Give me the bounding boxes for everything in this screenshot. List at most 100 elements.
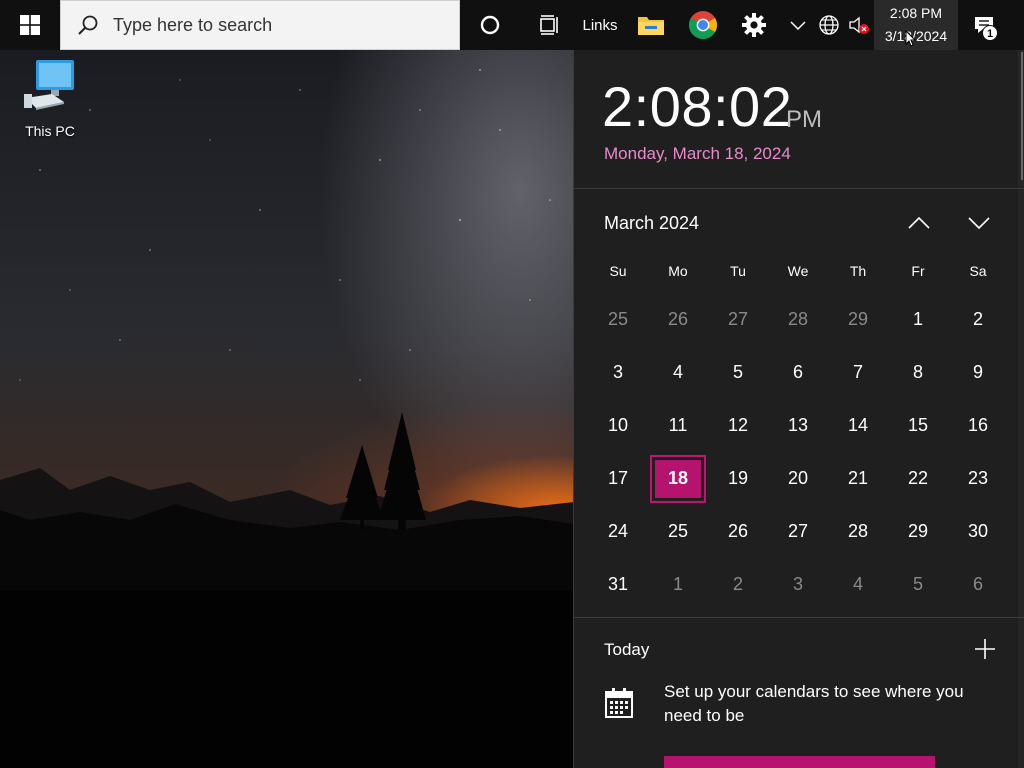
mountain-silhouette: [0, 69, 574, 768]
calendar-day[interactable]: 1: [648, 558, 708, 611]
agenda-today-label: Today: [604, 640, 650, 659]
file-explorer-icon: [638, 17, 664, 35]
calendar-day[interactable]: 16: [948, 399, 1008, 452]
calendar-day[interactable]: 28: [828, 505, 888, 558]
network-button[interactable]: [816, 0, 842, 50]
chrome-icon: [689, 11, 717, 39]
calendar-day[interactable]: 7: [828, 346, 888, 399]
gear-icon: [742, 13, 766, 37]
calendar-day[interactable]: 21: [828, 452, 888, 505]
clock-calendar-flyout: 2:08:02 PM Monday, March 18, 2024 March …: [573, 50, 1024, 768]
action-center-button[interactable]: 1: [962, 0, 1006, 50]
calendar-day[interactable]: 19: [708, 452, 768, 505]
volume-button[interactable]: [844, 0, 872, 50]
calendar-day[interactable]: 8: [888, 346, 948, 399]
calendar-day[interactable]: 2: [948, 293, 1008, 346]
calendar-day[interactable]: 12: [708, 399, 768, 452]
search-input[interactable]: [113, 14, 433, 36]
calendar-day[interactable]: 4: [648, 346, 708, 399]
taskbar: Links: [0, 0, 1024, 50]
flyout-scrollbar[interactable]: [1018, 50, 1024, 768]
chevron-up-icon: [908, 217, 930, 229]
calendar-icon: [605, 688, 633, 718]
speaker-muted-icon: [849, 16, 869, 34]
task-view-button[interactable]: [530, 0, 570, 50]
search-box[interactable]: [60, 0, 460, 50]
chevron-up-icon: [790, 21, 806, 31]
divider: [574, 188, 1024, 189]
calendar-day[interactable]: 30: [948, 505, 1008, 558]
add-event-button[interactable]: [972, 636, 998, 662]
calendar-day[interactable]: 27: [708, 293, 768, 346]
calendar-day[interactable]: 26: [648, 293, 708, 346]
calendar-day[interactable]: 23: [948, 452, 1008, 505]
calendar-day[interactable]: 4: [828, 558, 888, 611]
calendar-day[interactable]: 6: [948, 558, 1008, 611]
show-hidden-icons-button[interactable]: [786, 0, 810, 50]
calendar-day[interactable]: 26: [708, 505, 768, 558]
task-view-icon: [540, 15, 558, 35]
weekday-label: Tu: [730, 263, 746, 279]
calendar-day[interactable]: 14: [828, 399, 888, 452]
cortana-button[interactable]: [470, 0, 510, 50]
calendar-setup-message: Set up your calendars to see where you n…: [664, 682, 964, 725]
calendar-day[interactable]: 3: [768, 558, 828, 611]
calendar-day[interactable]: 17: [588, 452, 648, 505]
calendar-day[interactable]: 27: [768, 505, 828, 558]
get-started-button[interactable]: [664, 756, 935, 768]
calendar-day[interactable]: 2: [708, 558, 768, 611]
links-toolbar[interactable]: Links: [578, 0, 622, 50]
taskbar-time: 2:08 PM: [889, 5, 943, 21]
current-time-ampm: PM: [786, 106, 822, 133]
calendar-day[interactable]: 5: [888, 558, 948, 611]
cortana-icon: [480, 15, 500, 35]
calendar-day[interactable]: 11: [648, 399, 708, 452]
chrome-button[interactable]: [682, 0, 724, 50]
calendar-day[interactable]: 5: [708, 346, 768, 399]
calendar-day[interactable]: 20: [768, 452, 828, 505]
plus-icon: [975, 639, 995, 659]
calendar-day[interactable]: 6: [768, 346, 828, 399]
scrollbar-thumb[interactable]: [1021, 52, 1023, 180]
chevron-down-icon: [968, 217, 990, 229]
calendar-day[interactable]: 10: [588, 399, 648, 452]
desktop-icon-label: This PC: [25, 123, 75, 139]
calendar-day[interactable]: 24: [588, 505, 648, 558]
current-long-date[interactable]: Monday, March 18, 2024: [604, 144, 791, 164]
windows-logo-icon: [20, 15, 40, 35]
calendar-day[interactable]: 29: [888, 505, 948, 558]
links-label: Links: [582, 16, 618, 34]
calendar-day[interactable]: 25: [648, 505, 708, 558]
calendar-day[interactable]: 13: [768, 399, 828, 452]
settings-button[interactable]: [734, 0, 774, 50]
calendar-day[interactable]: 31: [588, 558, 648, 611]
calendar-day[interactable]: 1: [888, 293, 948, 346]
mouse-cursor-icon: [905, 30, 917, 47]
calendar-day[interactable]: 28: [768, 293, 828, 346]
divider: [574, 617, 1024, 618]
weekday-label: Th: [849, 263, 867, 279]
notification-count-badge: 1: [982, 25, 998, 41]
desktop-icon-this-pc[interactable]: This PC: [14, 58, 86, 139]
calendar-day[interactable]: 15: [888, 399, 948, 452]
weekday-label: Su: [609, 263, 627, 279]
calendar-day[interactable]: 9: [948, 346, 1008, 399]
start-button[interactable]: [0, 0, 60, 50]
calendar-day[interactable]: 22: [888, 452, 948, 505]
calendar-day[interactable]: 29: [828, 293, 888, 346]
next-month-button[interactable]: [964, 210, 994, 236]
calendar-day[interactable]: 3: [588, 346, 648, 399]
weekday-label: Fr: [911, 263, 925, 279]
file-explorer-button[interactable]: [630, 0, 672, 50]
month-title[interactable]: March 2024: [604, 213, 699, 234]
calendar-day[interactable]: 25: [588, 293, 648, 346]
computer-icon: [24, 60, 74, 110]
weekday-label: Mo: [668, 263, 688, 279]
weekday-label: Sa: [969, 263, 987, 279]
previous-month-button[interactable]: [904, 210, 934, 236]
globe-icon: [819, 15, 839, 35]
desktop-wallpaper: This PC: [0, 50, 574, 768]
search-icon: [78, 15, 98, 35]
current-time: 2:08:02: [602, 75, 793, 138]
calendar-day-selected[interactable]: 18: [648, 452, 708, 505]
